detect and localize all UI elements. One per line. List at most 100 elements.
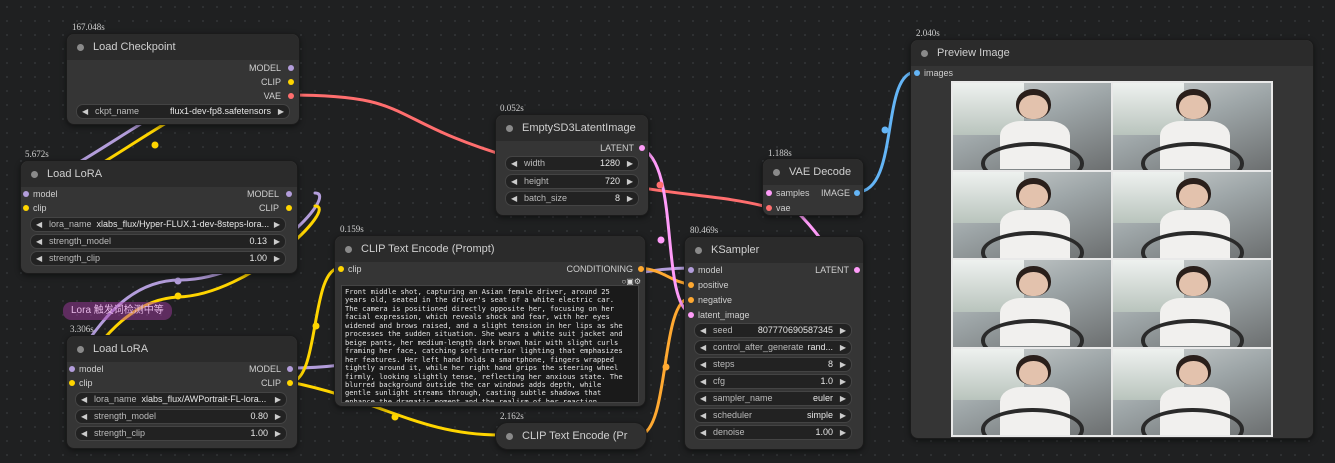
arrow-right-icon[interactable]: ▶ — [840, 409, 846, 422]
input-images-pin[interactable] — [914, 70, 920, 76]
group-title-tag[interactable]: Lora 触发词检测中等 — [63, 302, 172, 320]
clip-text-encode-collapsed-node[interactable]: CLIP Text Encode (Pr — [495, 422, 647, 450]
arrow-left-icon[interactable]: ◀ — [81, 393, 87, 406]
preview-thumbnail[interactable] — [1113, 260, 1271, 347]
preview-image-node[interactable]: Preview Image images — [910, 39, 1314, 439]
ckpt-name-combo[interactable]: ◀ ckpt_name flux1-dev-fp8.safetensors ▶ — [76, 104, 290, 119]
arrow-left-icon[interactable]: ◀ — [511, 157, 517, 170]
arrow-left-icon[interactable]: ◀ — [82, 105, 88, 118]
preview-thumbnail[interactable] — [1113, 171, 1271, 258]
height-number[interactable]: ◀ height 720 ▶ — [505, 174, 639, 189]
arrow-left-icon[interactable]: ◀ — [700, 409, 706, 422]
arrow-left-icon[interactable]: ◀ — [36, 218, 42, 231]
arrow-left-icon[interactable]: ◀ — [700, 358, 706, 371]
arrow-right-icon[interactable]: ▶ — [840, 358, 846, 371]
collapse-dot-icon[interactable] — [77, 44, 84, 51]
output-latent-pin[interactable] — [639, 145, 645, 151]
arrow-right-icon[interactable]: ▶ — [627, 157, 633, 170]
preview-thumbnail[interactable] — [953, 83, 1111, 170]
arrow-right-icon[interactable]: ▶ — [840, 341, 846, 354]
output-clip-pin[interactable] — [288, 79, 294, 85]
arrow-right-icon[interactable]: ▶ — [275, 393, 281, 406]
seed-number[interactable]: ◀ seed 807770690587345 ▶ — [694, 323, 852, 338]
strength-clip-number[interactable]: ◀ strength_clip 1.00 ▶ — [30, 251, 286, 266]
output-latent-pin[interactable] — [854, 267, 860, 273]
node-title-bar[interactable]: KSampler — [685, 237, 863, 263]
strength-model-number[interactable]: ◀ strength_model 0.13 ▶ — [30, 234, 286, 249]
scheduler-combo[interactable]: ◀ scheduler simple ▶ — [694, 408, 852, 423]
batch-size-number[interactable]: ◀ batch_size 8 ▶ — [505, 191, 639, 206]
arrow-right-icon[interactable]: ▶ — [627, 175, 633, 188]
node-title-bar[interactable]: Load LoRA — [21, 161, 297, 187]
node-title-bar[interactable]: CLIP Text Encode (Prompt) — [335, 236, 645, 262]
input-negative-pin[interactable] — [688, 297, 694, 303]
collapse-dot-icon[interactable] — [695, 247, 702, 254]
preview-thumbnail[interactable] — [953, 348, 1111, 435]
collapse-dot-icon[interactable] — [77, 346, 84, 353]
arrow-right-icon[interactable]: ▶ — [274, 252, 280, 265]
output-model-pin[interactable] — [287, 366, 293, 372]
strength-model-number[interactable]: ◀ strength_model 0.80 ▶ — [75, 409, 287, 424]
arrow-left-icon[interactable]: ◀ — [700, 341, 706, 354]
preview-thumbnail[interactable] — [953, 260, 1111, 347]
preview-thumbnail[interactable] — [953, 171, 1111, 258]
steps-number[interactable]: ◀ steps 8 ▶ — [694, 357, 852, 372]
arrow-right-icon[interactable]: ▶ — [278, 105, 284, 118]
load-lora-node-1[interactable]: Load LoRA model clip MODEL CLIP ◀ lora_n… — [20, 160, 298, 274]
collapse-dot-icon[interactable] — [506, 125, 513, 132]
preview-thumbnail[interactable] — [1113, 348, 1271, 435]
input-vae-pin[interactable] — [766, 205, 772, 211]
input-clip-pin[interactable] — [338, 266, 344, 272]
width-number[interactable]: ◀ width 1280 ▶ — [505, 156, 639, 171]
node-title-bar[interactable]: Load LoRA — [67, 336, 297, 362]
load-checkpoint-node[interactable]: Load Checkpoint MODEL CLIP VAE ◀ ckpt_na… — [66, 33, 300, 125]
arrow-right-icon[interactable]: ▶ — [627, 192, 633, 205]
vae-decode-node[interactable]: VAE Decode samples vae IMAGE — [762, 158, 864, 216]
node-title-bar[interactable]: Preview Image — [911, 40, 1313, 66]
input-clip-pin[interactable] — [23, 205, 29, 211]
sampler-name-combo[interactable]: ◀ sampler_name euler ▶ — [694, 391, 852, 406]
arrow-left-icon[interactable]: ◀ — [511, 175, 517, 188]
lora-name-combo[interactable]: ◀ lora_name xlabs_flux/AWPortrait-FL-lor… — [75, 392, 287, 407]
output-vae-pin[interactable] — [288, 93, 294, 99]
collapse-dot-icon[interactable] — [773, 169, 780, 176]
output-clip-pin[interactable] — [287, 380, 293, 386]
arrow-left-icon[interactable]: ◀ — [81, 410, 87, 423]
input-samples-pin[interactable] — [766, 190, 772, 196]
arrow-right-icon[interactable]: ▶ — [840, 324, 846, 337]
arrow-right-icon[interactable]: ▶ — [840, 426, 846, 439]
arrow-left-icon[interactable]: ◀ — [700, 375, 706, 388]
strength-clip-number[interactable]: ◀ strength_clip 1.00 ▶ — [75, 426, 287, 441]
arrow-right-icon[interactable]: ▶ — [274, 218, 280, 231]
prompt-textarea[interactable]: Front middle shot, capturing an Asian fe… — [341, 285, 639, 403]
node-title-bar[interactable]: EmptySD3LatentImage — [496, 115, 648, 141]
output-model-pin[interactable] — [286, 191, 292, 197]
input-latent-pin[interactable] — [688, 312, 694, 318]
input-model-pin[interactable] — [688, 267, 694, 273]
input-clip-pin[interactable] — [69, 380, 75, 386]
arrow-right-icon[interactable]: ▶ — [274, 235, 280, 248]
node-title-bar[interactable]: Load Checkpoint — [67, 34, 299, 60]
arrow-left-icon[interactable]: ◀ — [700, 426, 706, 439]
preview-image-grid[interactable] — [951, 81, 1273, 437]
collapse-dot-icon[interactable] — [921, 50, 928, 57]
arrow-left-icon[interactable]: ◀ — [511, 192, 517, 205]
arrow-right-icon[interactable]: ▶ — [840, 392, 846, 405]
load-lora-node-2[interactable]: Load LoRA model clip MODEL CLIP ◀ lora_n… — [66, 335, 298, 449]
lora-name-combo[interactable]: ◀ lora_name xlabs_flux/Hyper-FLUX.1-dev-… — [30, 217, 286, 232]
input-positive-pin[interactable] — [688, 282, 694, 288]
clip-text-encode-node[interactable]: CLIP Text Encode (Prompt) clip CONDITION… — [334, 235, 646, 407]
node-title-bar[interactable]: CLIP Text Encode (Pr — [496, 423, 646, 449]
collapse-dot-icon[interactable] — [345, 246, 352, 253]
input-model-pin[interactable] — [23, 191, 29, 197]
node-title-bar[interactable]: VAE Decode — [763, 159, 863, 185]
arrow-right-icon[interactable]: ▶ — [275, 410, 281, 423]
empty-latent-node[interactable]: EmptySD3LatentImage LATENT ◀ width 1280 … — [495, 114, 649, 216]
collapse-dot-icon[interactable] — [31, 171, 38, 178]
input-model-pin[interactable] — [69, 366, 75, 372]
arrow-left-icon[interactable]: ◀ — [700, 324, 706, 337]
arrow-left-icon[interactable]: ◀ — [36, 252, 42, 265]
output-clip-pin[interactable] — [286, 205, 292, 211]
ksampler-node[interactable]: KSampler model positive negative latent_… — [684, 236, 864, 450]
arrow-left-icon[interactable]: ◀ — [700, 392, 706, 405]
